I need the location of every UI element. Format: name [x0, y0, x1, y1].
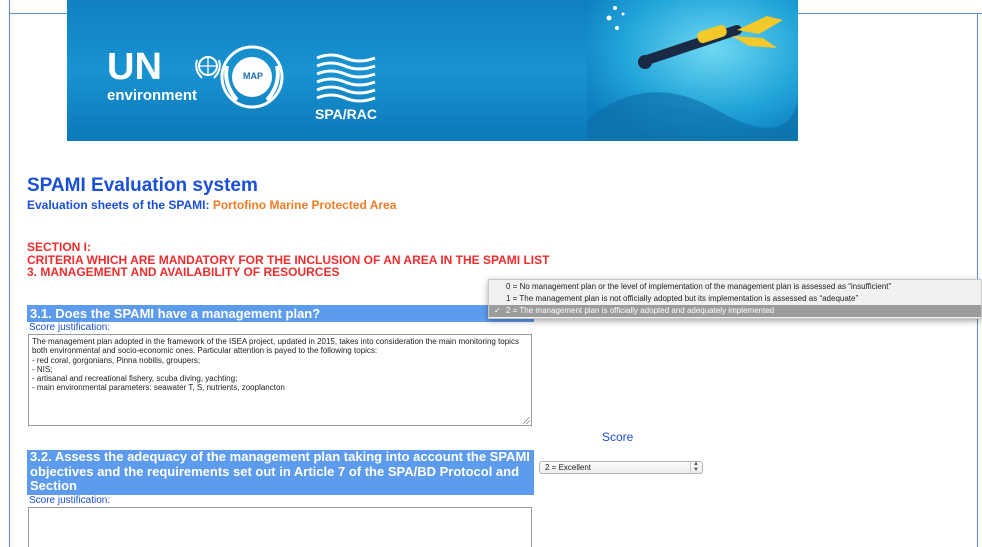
dropdown-option-0[interactable]: 0 = No management plan or the level of i…	[489, 281, 981, 293]
page-subtitle: Evaluation sheets of the SPAMI: Portofin…	[27, 198, 396, 212]
sparac-logo-icon	[316, 53, 376, 103]
justification-textarea-3-2[interactable]	[28, 507, 532, 547]
dropdown-option-2[interactable]: ✓ 2 = The management plan is officially a…	[489, 305, 981, 317]
score-dropdown-menu[interactable]: 0 = No management plan or the level of i…	[488, 279, 982, 319]
resize-handle-icon[interactable]	[523, 417, 530, 424]
question-3-1: 3.1. Does the SPAMI have a management pl…	[27, 305, 534, 322]
question-3-2: 3.2. Assess the adequacy of the manageme…	[27, 449, 534, 507]
option-label: 0 = No management plan or the level of i…	[506, 282, 892, 291]
score-select-3-2[interactable]: 2 = Excellent ▲ ▼	[539, 461, 703, 474]
environment-logo-text: environment	[107, 87, 198, 104]
question-line: 3.2. Assess the adequacy of the manageme…	[30, 449, 530, 464]
un-environment-logo: UN environment	[107, 48, 197, 104]
select-stepper-icon: ▲ ▼	[690, 461, 701, 473]
section-line: SECTION I:	[27, 240, 92, 254]
justification-textarea-3-1[interactable]: The management plan adopted in the frame…	[28, 334, 532, 426]
score-select-value: 2 = Excellent	[545, 463, 592, 472]
protected-area-name: Portofino Marine Protected Area	[212, 198, 397, 212]
section-heading: SECTION I: CRITERIA WHICH ARE MANDATORY …	[27, 241, 549, 279]
section-line: 3. MANAGEMENT AND AVAILABILITY OF RESOUR…	[27, 265, 340, 279]
dropdown-option-1[interactable]: 1 = The management plan is not officiall…	[489, 293, 981, 305]
option-label: 2 = The management plan is officially ad…	[506, 306, 775, 315]
annotated-format-link[interactable]: AF)	[221, 493, 243, 508]
score-column-header: Score	[602, 430, 634, 444]
question-line: objectives and the requirements set out …	[30, 463, 520, 493]
un-logo-text: UN	[107, 46, 162, 88]
map-logo-text: MAP	[243, 71, 263, 81]
page-title: SPAMI Evaluation system	[27, 175, 258, 196]
subtitle-prefix: Evaluation sheets of the SPAMI:	[27, 198, 213, 212]
diver-illustration	[587, 0, 798, 141]
checkmark-icon: ✓	[494, 306, 501, 315]
header-banner: UN environment MAP SPA/RAC	[67, 0, 798, 141]
score-justification-label: Score justification:	[29, 322, 111, 333]
score-justification-label: Score justification:	[29, 495, 111, 506]
option-label: 1 = The management plan is not officiall…	[506, 294, 859, 303]
window-left-border	[9, 0, 10, 547]
justification-text: The management plan adopted in the frame…	[32, 337, 519, 393]
sparac-logo-text: SPA/RAC	[315, 106, 377, 122]
